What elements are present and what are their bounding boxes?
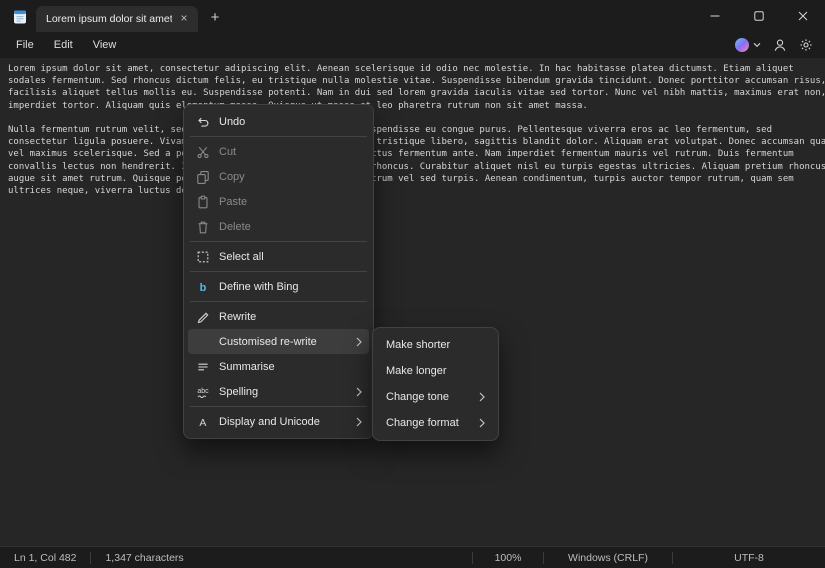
context-item-spelling[interactable]: abc Spelling — [188, 379, 369, 404]
menu-separator — [190, 241, 367, 242]
chevron-right-icon — [479, 418, 485, 428]
unicode-a-icon: A — [195, 414, 210, 429]
settings-button[interactable] — [799, 38, 813, 52]
menu-separator — [190, 406, 367, 407]
context-menu: Undo Cut Copy Paste — [183, 104, 374, 439]
cursor-position: Ln 1, Col 482 — [0, 552, 90, 564]
submenu-item-change-format[interactable]: Change format — [377, 410, 494, 436]
context-item-cut: Cut — [188, 139, 369, 164]
text-line: facilisis aliquet tellus mollis eu. Susp… — [8, 87, 825, 99]
svg-text:abc: abc — [197, 388, 209, 395]
context-item-copy: Copy — [188, 164, 369, 189]
copy-icon — [195, 169, 210, 184]
context-item-select-all[interactable]: Select all — [188, 244, 369, 269]
minimize-button[interactable] — [693, 0, 737, 32]
context-item-define-with-bing[interactable]: b Define with Bing — [188, 274, 369, 299]
zoom-level: 100% — [473, 552, 543, 564]
gear-icon — [799, 38, 813, 52]
person-icon — [773, 38, 787, 52]
svg-text:b: b — [199, 282, 206, 294]
spellcheck-icon: abc — [195, 384, 210, 399]
bing-icon: b — [195, 279, 210, 294]
text-line: convallis lectus non hendrerit. Integer … — [8, 161, 825, 173]
context-item-undo[interactable]: Undo — [188, 109, 369, 134]
text-line: vel maximus scelerisque. Sed a posuere m… — [8, 148, 825, 160]
text-line: ultrices neque, viverra luctus dolor a, … — [8, 185, 825, 197]
trash-icon — [195, 219, 210, 234]
new-tab-button[interactable]: + — [202, 6, 228, 32]
chevron-down-icon — [753, 42, 761, 48]
text-line: Nulla fermentum rutrum velit, sed posuer… — [8, 124, 825, 136]
chevron-right-icon — [356, 417, 362, 427]
menubar: File Edit View — [0, 32, 825, 58]
text-line: augue sit amet rutrum. Quisque posuere t… — [8, 173, 825, 185]
text-line: imperdiet tortor. Aliquam quis elementum… — [8, 100, 825, 112]
copilot-icon — [735, 38, 749, 52]
context-item-delete: Delete — [188, 214, 369, 239]
paste-icon — [195, 194, 210, 209]
menu-edit[interactable]: Edit — [44, 36, 83, 54]
tab-close-icon[interactable]: × — [176, 11, 192, 27]
titlebar: Lorem ipsum dolor sit amet, conse × + — [0, 0, 825, 32]
context-item-paste: Paste — [188, 189, 369, 214]
chevron-right-icon — [356, 387, 362, 397]
undo-icon — [195, 114, 210, 129]
text-editor[interactable]: Lorem ipsum dolor sit amet, consectetur … — [0, 58, 825, 546]
account-button[interactable] — [773, 38, 787, 52]
scissors-icon — [195, 144, 210, 159]
context-item-summarise[interactable]: Summarise — [188, 354, 369, 379]
line-ending: Windows (CRLF) — [544, 552, 672, 564]
submenu-item-change-tone[interactable]: Change tone — [377, 384, 494, 410]
maximize-button[interactable] — [737, 0, 781, 32]
text-line: Lorem ipsum dolor sit amet, consectetur … — [8, 63, 825, 75]
context-item-display-and-unicode[interactable]: A Display and Unicode — [188, 409, 369, 434]
chevron-right-icon — [479, 392, 485, 402]
submenu-item-make-shorter[interactable]: Make shorter — [377, 332, 494, 358]
menu-separator — [190, 271, 367, 272]
copilot-button[interactable] — [735, 38, 761, 52]
text-line — [8, 112, 825, 124]
character-count: 1,347 characters — [91, 552, 197, 564]
notepad-icon — [12, 9, 28, 25]
blank-icon-slot — [195, 334, 210, 349]
menu-separator — [190, 136, 367, 137]
menu-separator — [190, 301, 367, 302]
menu-file[interactable]: File — [6, 36, 44, 54]
chevron-right-icon — [356, 337, 362, 347]
status-bar: Ln 1, Col 482 1,347 characters 100% Wind… — [0, 546, 825, 568]
context-item-rewrite[interactable]: Rewrite — [188, 304, 369, 329]
submenu-item-make-longer[interactable]: Make longer — [377, 358, 494, 384]
encoding: UTF-8 — [673, 552, 825, 564]
text-line: sodales fermentum. Sed rhoncus dictum fe… — [8, 75, 825, 87]
pen-icon — [195, 309, 210, 324]
customised-rewrite-submenu: Make shorter Make longer Change tone Cha… — [372, 327, 499, 441]
select-all-icon — [195, 249, 210, 264]
tab-title: Lorem ipsum dolor sit amet, conse — [46, 13, 172, 25]
document-tab[interactable]: Lorem ipsum dolor sit amet, conse × — [36, 6, 198, 32]
menu-view[interactable]: View — [83, 36, 127, 54]
text-line: consectetur ligula posuere. Vivamus port… — [8, 136, 825, 148]
svg-text:A: A — [199, 416, 206, 428]
summary-lines-icon — [195, 359, 210, 374]
context-item-customised-rewrite[interactable]: Customised re-write — [188, 329, 369, 354]
close-button[interactable] — [781, 0, 825, 32]
